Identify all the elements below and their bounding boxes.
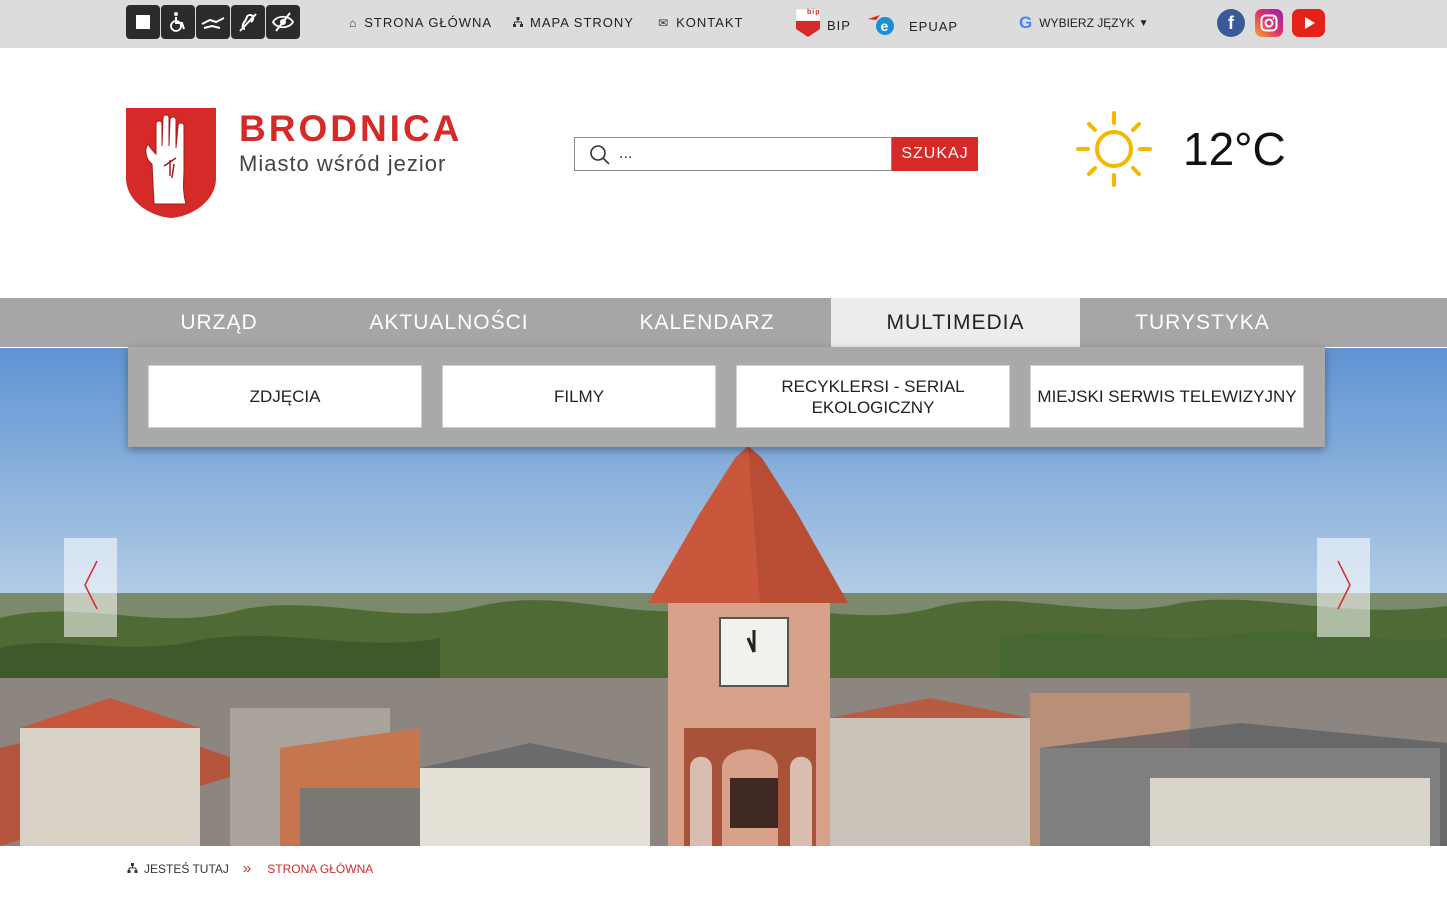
epuap-link[interactable]: e EPUAP	[866, 11, 958, 40]
dropdown-item-telewizja[interactable]: MIEJSKI SERWIS TELEWIZYJNY	[1030, 365, 1304, 428]
instagram-icon[interactable]	[1255, 9, 1283, 37]
svg-text:e: e	[881, 18, 890, 34]
caret-down-icon: ▼	[1138, 17, 1149, 29]
city-coat-of-arms-logo[interactable]	[126, 108, 216, 218]
multimedia-dropdown: ZDJĘCIA FILMY RECYKLERSI - SERIAL EKOLOG…	[128, 347, 1325, 447]
bip-label: BIP	[827, 17, 851, 33]
breadcrumb-current[interactable]: STRONA GŁÓWNA	[267, 862, 373, 876]
nav-item-multimedia[interactable]: MULTIMEDIA	[831, 298, 1080, 347]
dropdown-item-zdjecia[interactable]: ZDJĘCIA	[148, 365, 422, 428]
sitemap-icon	[513, 16, 523, 30]
brand-tagline: Miasto wśród jezior	[239, 151, 447, 176]
slider-prev-button[interactable]	[64, 538, 117, 637]
visually-impaired-icon[interactable]	[266, 5, 300, 39]
language-label: WYBIERZ JĘZYK	[1039, 16, 1135, 30]
sign-language-icon[interactable]	[196, 5, 230, 39]
top-link-home[interactable]: ⌂ STRONA GŁÓWNA	[349, 15, 492, 30]
chevron-left-icon	[83, 559, 99, 616]
breadcrumb-prefix: JESTEŚ TUTAJ	[144, 861, 229, 876]
breadcrumb: JESTEŚ TUTAJ » STRONA GŁÓWNA	[127, 860, 373, 877]
contrast-square-icon[interactable]	[126, 5, 160, 39]
main-nav: URZĄD AKTUALNOŚCI KALENDARZ MULTIMEDIA T…	[0, 298, 1447, 347]
search-input[interactable]	[619, 144, 879, 164]
bip-logo-icon: bip	[795, 8, 821, 37]
facebook-icon[interactable]: f	[1217, 9, 1245, 37]
sun-icon	[1076, 111, 1152, 187]
top-link-label: KONTAKT	[676, 15, 744, 30]
top-link-contact[interactable]: ✉ KONTAKT	[658, 15, 744, 30]
nav-item-turystyka[interactable]: TURYSTYKA	[1080, 298, 1325, 347]
top-link-label: STRONA GŁÓWNA	[364, 15, 493, 30]
top-link-sitemap[interactable]: MAPA STRONY	[513, 15, 634, 30]
brand-name[interactable]: BRODNICA	[239, 108, 462, 150]
sitemap-icon	[127, 862, 138, 876]
envelope-icon: ✉	[658, 15, 670, 30]
epuap-label: EPUAP	[909, 19, 959, 34]
chevron-right-icon	[1336, 559, 1352, 616]
nav-item-urzad[interactable]: URZĄD	[126, 298, 312, 347]
breadcrumb-separator: »	[242, 860, 252, 877]
slider-next-button[interactable]	[1317, 538, 1370, 637]
search-icon	[589, 144, 611, 171]
language-selector[interactable]: G WYBIERZ JĘZYK ▼	[1019, 13, 1148, 33]
search-button[interactable]: SZUKAJ	[892, 137, 978, 171]
epuap-logo-icon: e	[866, 11, 902, 40]
home-icon: ⌂	[349, 15, 358, 30]
bip-link[interactable]: bip BIP	[795, 8, 851, 37]
google-icon: G	[1019, 13, 1033, 32]
wheelchair-icon[interactable]	[161, 5, 195, 39]
youtube-icon[interactable]	[1292, 9, 1325, 37]
dropdown-item-filmy[interactable]: FILMY	[442, 365, 716, 428]
top-bar: ⌂ STRONA GŁÓWNA MAPA STRONY ✉ KONTAKT bi…	[0, 0, 1447, 48]
hearing-impaired-icon[interactable]	[231, 5, 265, 39]
nav-item-aktualnosci[interactable]: AKTUALNOŚCI	[312, 298, 586, 347]
temperature: 12°C	[1183, 123, 1286, 175]
top-link-label: MAPA STRONY	[530, 15, 634, 30]
nav-item-kalendarz[interactable]: KALENDARZ	[586, 298, 828, 347]
search-box	[574, 137, 892, 171]
dropdown-item-recyklersi[interactable]: RECYKLERSI - SERIAL EKOLOGICZNY	[736, 365, 1010, 428]
